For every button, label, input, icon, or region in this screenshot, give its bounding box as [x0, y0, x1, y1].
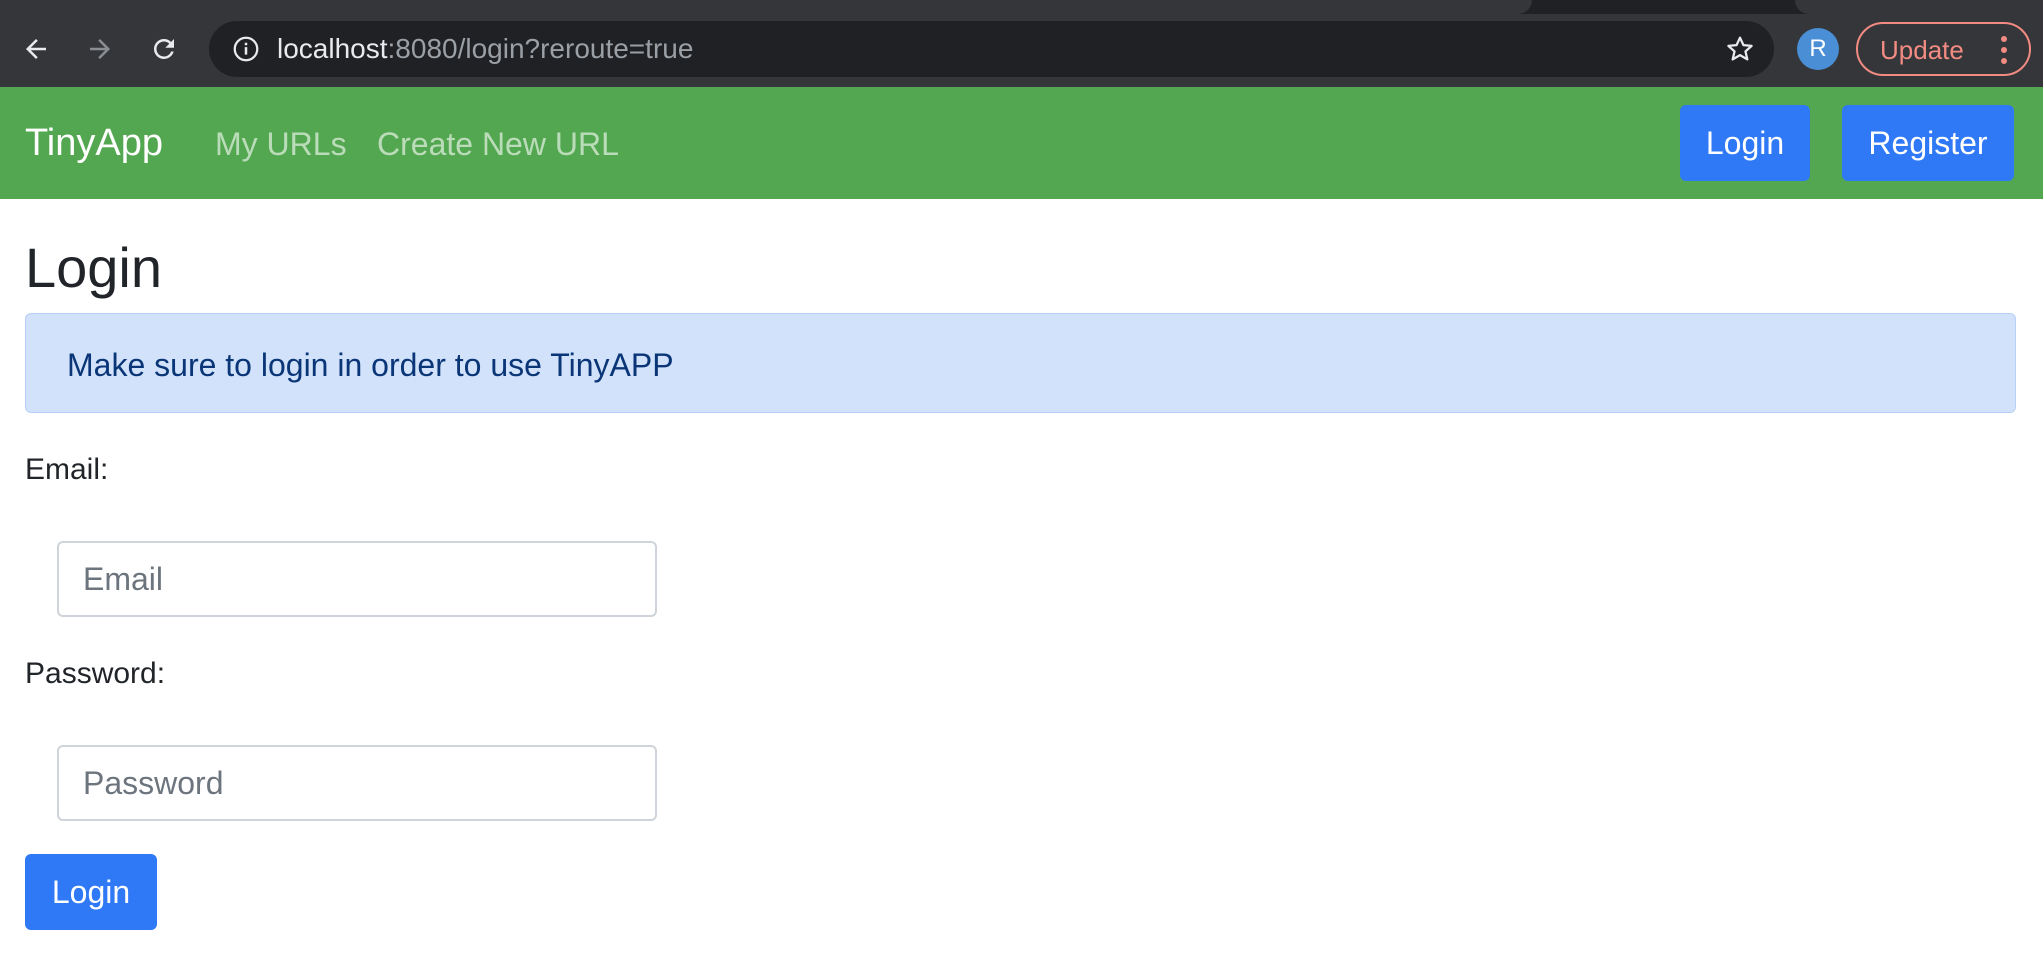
- login-submit-button[interactable]: Login: [25, 854, 157, 930]
- password-label: Password:: [25, 657, 166, 690]
- browser-toolbar: localhost:8080/login?reroute=true R Upda…: [0, 0, 2043, 87]
- brand-link[interactable]: TinyApp: [25, 121, 163, 165]
- reload-button[interactable]: [142, 27, 186, 71]
- update-button[interactable]: Update: [1856, 22, 2031, 76]
- app-navbar: TinyApp My URLs Create New URL Login Reg…: [0, 87, 2043, 199]
- nav-link-my-urls[interactable]: My URLs: [215, 126, 347, 162]
- page-title: Login: [25, 236, 163, 299]
- star-icon[interactable]: [1724, 33, 1756, 65]
- url-host: localhost: [277, 33, 388, 64]
- nav-link-create-new-url[interactable]: Create New URL: [377, 126, 619, 162]
- active-tab-edge: [0, 0, 1532, 14]
- email-label: Email:: [25, 453, 109, 486]
- url-path: :8080/login?reroute=true: [387, 33, 694, 64]
- forward-button[interactable]: [78, 27, 122, 71]
- back-button[interactable]: [14, 27, 58, 71]
- password-field[interactable]: [57, 745, 657, 821]
- reload-icon: [153, 38, 174, 59]
- forward-arrow-icon: [90, 39, 110, 59]
- navbar-login-button[interactable]: Login: [1680, 105, 1810, 181]
- info-alert: Make sure to login in order to use TinyA…: [25, 313, 2016, 413]
- url-text: localhost:8080/login?reroute=true: [277, 33, 693, 65]
- back-arrow-icon: [26, 39, 46, 59]
- navbar-register-button[interactable]: Register: [1842, 105, 2014, 181]
- more-vert-icon: [2001, 36, 2007, 64]
- profile-avatar[interactable]: R: [1797, 28, 1839, 70]
- info-icon[interactable]: [231, 34, 261, 64]
- alert-text: Make sure to login in order to use TinyA…: [67, 347, 674, 383]
- tab-edge: [1795, 0, 2043, 14]
- email-field[interactable]: [57, 541, 657, 617]
- address-bar[interactable]: localhost:8080/login?reroute=true: [209, 21, 1774, 77]
- update-label: Update: [1880, 35, 1964, 65]
